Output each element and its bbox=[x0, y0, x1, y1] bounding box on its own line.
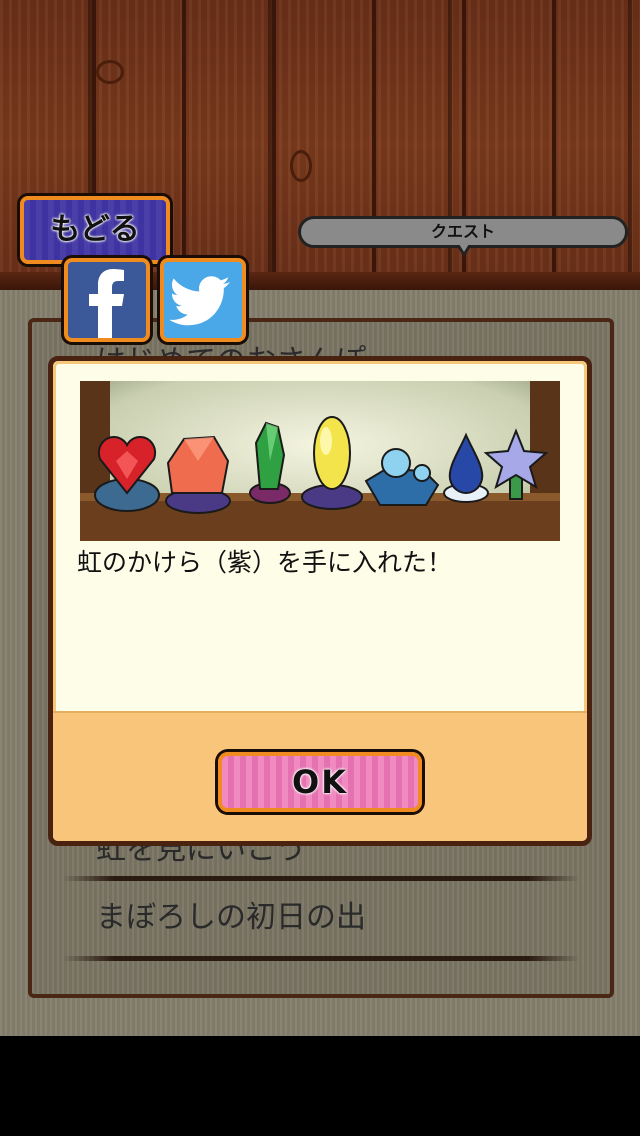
rainbow-gems-illustration bbox=[80, 381, 560, 541]
facebook-icon bbox=[89, 269, 124, 338]
bottom-black-bar bbox=[0, 1036, 640, 1136]
back-button[interactable]: もどる bbox=[20, 196, 170, 264]
wood-knot bbox=[96, 60, 124, 84]
quest-item-label: まぼろしの初日の出 bbox=[96, 900, 366, 935]
ok-button-label: OK bbox=[292, 763, 348, 801]
wood-plank-seam bbox=[182, 0, 186, 290]
speech-tail-inner bbox=[459, 244, 469, 252]
yellow-oval-gem bbox=[313, 416, 351, 490]
wood-knot bbox=[290, 150, 312, 182]
dialog-message: 虹のかけら（紫）を手に入れた！ bbox=[77, 548, 453, 577]
facebook-share-button[interactable] bbox=[64, 258, 150, 342]
light-blue-orb-gem bbox=[381, 448, 411, 478]
quest-tab-label: クエスト bbox=[430, 222, 495, 241]
row-divider bbox=[62, 956, 580, 961]
twitter-icon bbox=[169, 276, 230, 326]
small-light-blue-orb bbox=[413, 464, 431, 482]
quest-list-item[interactable]: まぼろしの初日の出 bbox=[32, 878, 610, 958]
wood-plank-seam bbox=[272, 0, 276, 290]
ok-button[interactable]: OK bbox=[218, 752, 422, 812]
yellow-gem-highlight bbox=[320, 427, 332, 455]
back-button-label: もどる bbox=[50, 212, 140, 247]
game-screen: はじめてのおさんぽ 虹を見にいこう まぼろしの初日の出 もどる クエスト bbox=[0, 0, 640, 1036]
twitter-share-button[interactable] bbox=[160, 258, 246, 342]
